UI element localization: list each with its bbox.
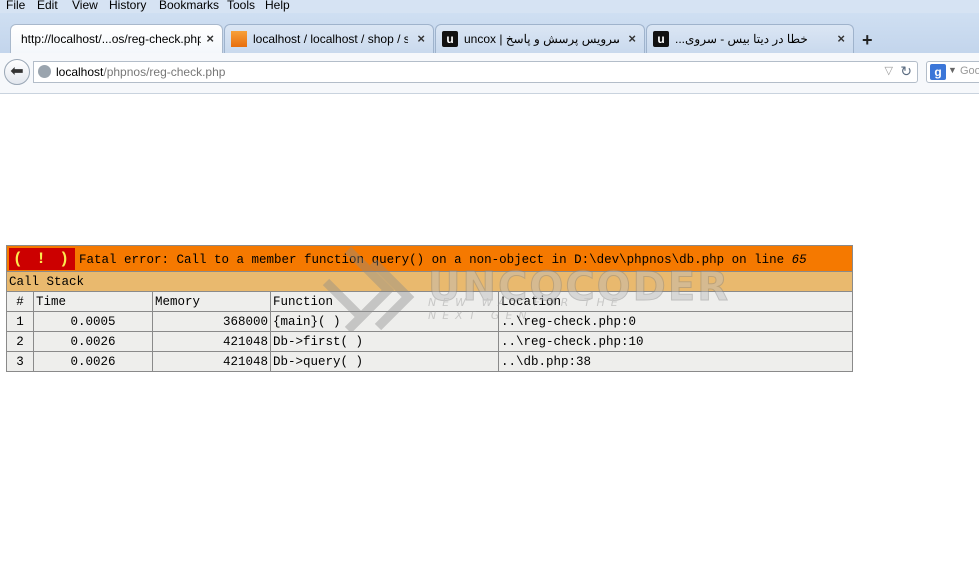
close-icon[interactable]: × [417, 31, 425, 46]
cell-function: {main}( ) [270, 311, 499, 332]
close-icon[interactable]: × [837, 31, 845, 46]
menu-history[interactable]: History [109, 0, 146, 12]
search-box[interactable]: g ▼ Goo [926, 61, 979, 83]
error-badge: ( ! ) [9, 247, 76, 270]
new-tab-button[interactable]: + [862, 30, 873, 51]
close-icon[interactable]: × [206, 31, 214, 46]
back-arrow-icon: ⬅ [10, 63, 24, 80]
uncox-icon: u [653, 31, 669, 47]
menu-bookmarks[interactable]: Bookmarks [159, 0, 219, 12]
menu-edit[interactable]: Edit [37, 0, 58, 12]
globe-icon [38, 65, 51, 78]
col-header-location: Location [498, 291, 853, 312]
url-text: localhost/phpnos/reg-check.php [56, 65, 225, 79]
phpmyadmin-icon [231, 31, 247, 47]
col-header-function: Function [270, 291, 499, 312]
search-placeholder: Goo [960, 65, 979, 77]
call-stack-title: Call Stack [6, 271, 853, 292]
google-icon[interactable]: g [930, 64, 946, 80]
tab-title: uncox | سرویس پرسش و پاسخ [464, 32, 619, 46]
col-header-index: # [6, 291, 34, 312]
cell-memory: 421048 [152, 351, 271, 372]
error-header-row: ( ! ) Fatal error: Call to a member funct… [6, 245, 853, 272]
menu-file[interactable]: File [6, 0, 25, 12]
menu-help[interactable]: Help [265, 0, 290, 12]
url-bar[interactable]: localhost/phpnos/reg-check.php ▽ ↻ [33, 61, 918, 83]
cell-location: ..\db.php:38 [498, 351, 853, 372]
close-icon[interactable]: × [628, 31, 636, 46]
cell-location: ..\reg-check.php:10 [498, 331, 853, 352]
cell-time: 0.0026 [33, 351, 153, 372]
column-header-row: # Time Memory Function Location [6, 291, 853, 312]
table-row: 1 0.0005 368000 {main}( ) ..\reg-check.p… [6, 311, 853, 332]
search-engine-dropdown-icon[interactable]: ▼ [948, 65, 957, 75]
cell-memory: 421048 [152, 331, 271, 352]
menu-view[interactable]: View [72, 0, 98, 12]
url-path: /phpnos/reg-check.php [103, 65, 226, 79]
cell-index: 3 [6, 351, 34, 372]
history-dropdown-icon[interactable]: ▽ [885, 64, 893, 77]
cell-index: 1 [6, 311, 34, 332]
reload-icon[interactable]: ↻ [900, 63, 912, 80]
col-header-time: Time [33, 291, 153, 312]
cell-time: 0.0005 [33, 311, 153, 332]
tab-strip: http://localhost/...os/reg-check.php × l… [0, 13, 979, 53]
tab-phpmyadmin[interactable]: localhost / localhost / shop / s... × [224, 24, 434, 53]
menu-tools[interactable]: Tools [227, 0, 255, 12]
cell-index: 2 [6, 331, 34, 352]
error-table: ( ! ) Fatal error: Call to a member funct… [6, 245, 853, 372]
error-line-number: 65 [791, 252, 807, 267]
table-row: 3 0.0026 421048 Db->query( ) ..\db.php:3… [6, 351, 853, 372]
table-row: 2 0.0026 421048 Db->first( ) ..\reg-chec… [6, 331, 853, 352]
cell-function: Db->first( ) [270, 331, 499, 352]
cell-memory: 368000 [152, 311, 271, 332]
cell-location: ..\reg-check.php:0 [498, 311, 853, 332]
url-host: localhost [56, 65, 104, 79]
error-message: Fatal error: Call to a member function q… [79, 252, 792, 267]
tab-title: localhost / localhost / shop / s... [253, 32, 408, 46]
tab-reg-check[interactable]: http://localhost/...os/reg-check.php × [10, 24, 223, 53]
uncox-icon: u [442, 31, 458, 47]
tab-title: ...خطا در دیتا بیس - سروی [675, 32, 808, 46]
navigation-bar: ⬅ localhost/phpnos/reg-check.php ▽ ↻ g ▼… [0, 53, 979, 94]
tab-uncox-qa[interactable]: u uncox | سرویس پرسش و پاسخ × [435, 24, 645, 53]
tab-title: http://localhost/...os/reg-check.php [21, 32, 201, 46]
menu-bar: File Edit View History Bookmarks Tools H… [0, 0, 979, 13]
error-message-cell: ( ! ) Fatal error: Call to a member funct… [6, 245, 853, 272]
col-header-memory: Memory [152, 291, 271, 312]
back-button[interactable]: ⬅ [4, 59, 30, 85]
cell-time: 0.0026 [33, 331, 153, 352]
cell-function: Db->query( ) [270, 351, 499, 372]
tab-uncox-db-error[interactable]: u ...خطا در دیتا بیس - سروی × [646, 24, 854, 53]
